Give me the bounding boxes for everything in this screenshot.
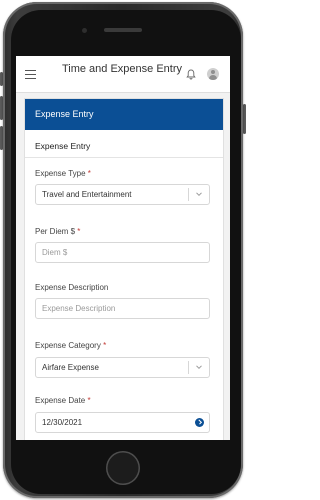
bell-icon[interactable]: [186, 69, 196, 80]
required-marker: *: [77, 227, 81, 236]
required-marker: *: [87, 169, 91, 178]
expense-date-input[interactable]: 12/30/2021: [35, 412, 210, 433]
per-diem-label: Per Diem $ *: [35, 227, 80, 236]
per-diem-label-text: Per Diem $: [35, 227, 76, 236]
expense-type-label-text: Expense Type: [35, 169, 86, 178]
expense-description-label: Expense Description: [35, 283, 108, 292]
section-title: Expense Entry: [35, 141, 91, 151]
expense-entry-card: Expense Entry Expense Entry Expense Type…: [24, 98, 224, 440]
expense-description-placeholder: Expense Description: [42, 304, 116, 313]
app-bar: Time and Expense Entry: [16, 56, 230, 93]
section-divider: [25, 157, 223, 158]
home-button[interactable]: [106, 451, 140, 485]
expense-type-value: Travel and Entertainment: [42, 190, 132, 199]
expense-description-input[interactable]: Expense Description: [35, 298, 210, 319]
page-title: Time and Expense Entry: [61, 63, 183, 75]
select-separator: [188, 361, 189, 374]
required-marker: *: [103, 341, 107, 350]
calendar-icon[interactable]: [195, 418, 204, 427]
expense-category-select[interactable]: Airfare Expense: [35, 357, 210, 378]
earpiece-speaker: [104, 28, 142, 32]
chevron-down-icon[interactable]: [195, 190, 203, 198]
expense-date-label-text: Expense Date: [35, 396, 86, 405]
card-header: Expense Entry: [25, 99, 223, 130]
expense-type-select[interactable]: Travel and Entertainment: [35, 184, 210, 205]
expense-type-label: Expense Type *: [35, 169, 91, 178]
card-header-title: Expense Entry: [35, 109, 94, 119]
per-diem-placeholder: Diem $: [42, 248, 68, 257]
menu-icon[interactable]: [25, 70, 36, 79]
chevron-down-icon[interactable]: [195, 363, 203, 371]
expense-date-label: Expense Date *: [35, 396, 91, 405]
expense-category-label-text: Expense Category: [35, 341, 101, 350]
required-marker: *: [87, 396, 91, 405]
user-avatar-icon[interactable]: [207, 68, 219, 80]
expense-description-label-text: Expense Description: [35, 283, 109, 292]
expense-category-label: Expense Category *: [35, 341, 106, 350]
front-camera: [82, 28, 87, 33]
per-diem-input[interactable]: Diem $: [35, 242, 210, 263]
select-separator: [188, 188, 189, 201]
app-screen: Time and Expense Entry Expense Entry Exp…: [16, 56, 230, 440]
expense-date-value: 12/30/2021: [42, 418, 83, 427]
phone-power-button: [243, 104, 246, 134]
expense-category-value: Airfare Expense: [42, 363, 99, 372]
